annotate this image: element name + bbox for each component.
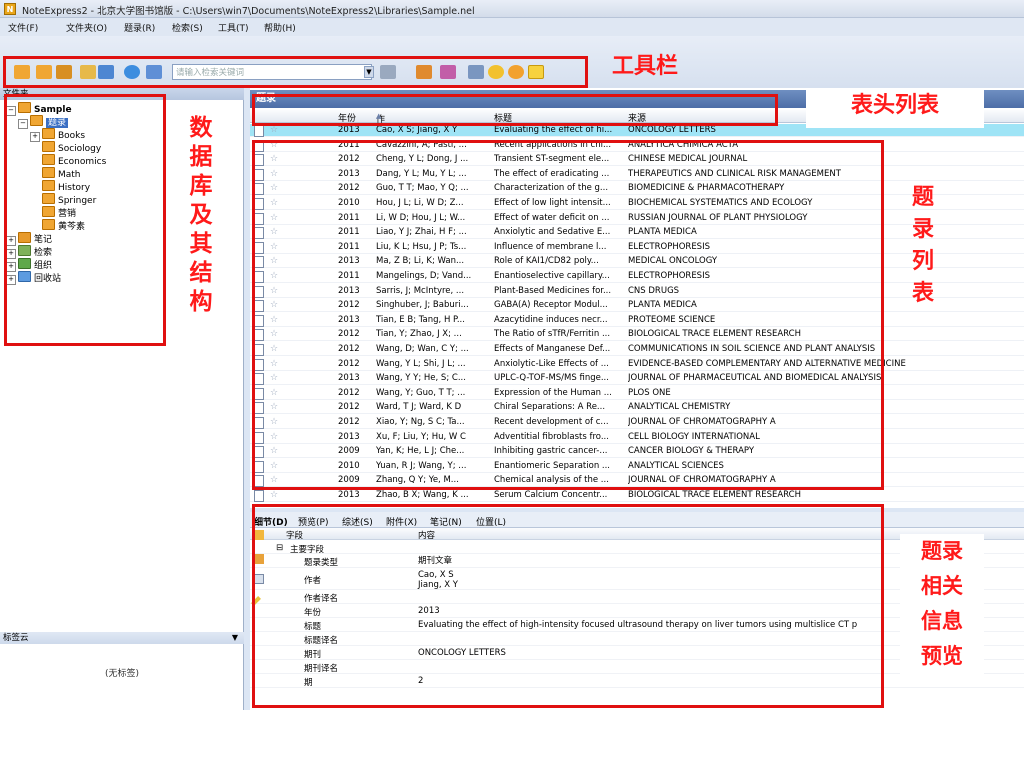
annotation-char: 及 (189, 202, 213, 228)
annotation-char: 表 (911, 281, 934, 306)
menu-tools[interactable]: 工具(T) (218, 21, 249, 34)
annotation-line: 信息 (921, 609, 963, 633)
annotation-char: 题 (911, 185, 934, 210)
row-year: 2013 (338, 490, 360, 500)
title-bar: N NoteExpress2 - 北京大学图书馆版 - C:\Users\win… (0, 0, 1024, 18)
annotation-header-box (252, 94, 778, 126)
row-title: Serum Calcium Concentr... (494, 490, 608, 500)
menu-file[interactable]: 文件(F) (8, 21, 38, 34)
annotation-preview-label: 题录 相关 信息 预览 (900, 534, 984, 678)
annotation-char: 列 (911, 249, 934, 274)
tagcloud-header[interactable]: 标签云 ▼ (0, 632, 244, 644)
annotation-char: 数 (189, 115, 213, 141)
menu-bar: 文件(F) 文件夹(O) 题录(R) 检索(S) 工具(T) 帮助(H) (0, 18, 1024, 36)
tagcloud-empty: (无标签) (104, 669, 140, 679)
chevron-down-icon[interactable]: ▼ (232, 632, 238, 644)
document-icon (254, 125, 264, 137)
annotation-header-label: 表头列表 (806, 88, 984, 128)
row-source: BIOLOGICAL TRACE ELEMENT RESEARCH (628, 490, 801, 500)
annotation-toolbar-label: 工具栏 (612, 54, 679, 79)
annotation-char: 其 (189, 231, 213, 257)
annotation-char: 构 (189, 289, 213, 315)
annotation-char: 据 (189, 144, 213, 170)
menu-help[interactable]: 帮助(H) (264, 21, 296, 34)
annotation-preview-box (252, 504, 884, 708)
star-icon[interactable]: ☆ (270, 489, 278, 501)
table-row[interactable]: ☆ 2013 Zhao, B X; Wang, K ... Serum Calcium… (250, 489, 1024, 502)
annotation-char: 库 (189, 173, 213, 199)
menu-folder[interactable]: 文件夹(O) (66, 21, 107, 34)
tagcloud-title: 标签云 (3, 633, 29, 643)
annotation-char: 录 (911, 217, 934, 242)
annotation-line: 预览 (921, 644, 963, 668)
annotation-database-box (4, 94, 166, 346)
annotation-records-label: 题 录 列 表 (908, 182, 938, 310)
annotation-toolbar-box (3, 56, 588, 88)
app-icon: N (4, 3, 16, 15)
row-author: Zhao, B X; Wang, K ... (376, 490, 469, 500)
menu-search[interactable]: 检索(S) (172, 21, 203, 34)
document-icon (254, 490, 264, 502)
window-title: NoteExpress2 - 北京大学图书馆版 - C:\Users\win7\… (22, 6, 475, 17)
menu-records[interactable]: 题录(R) (124, 21, 155, 34)
annotation-database-label: 数 据 库 及 其 结 构 (186, 114, 216, 317)
annotation-char: 结 (189, 260, 213, 286)
annotation-records-box (252, 140, 884, 490)
annotation-line: 相关 (921, 574, 963, 598)
annotation-line: 题录 (921, 539, 963, 563)
